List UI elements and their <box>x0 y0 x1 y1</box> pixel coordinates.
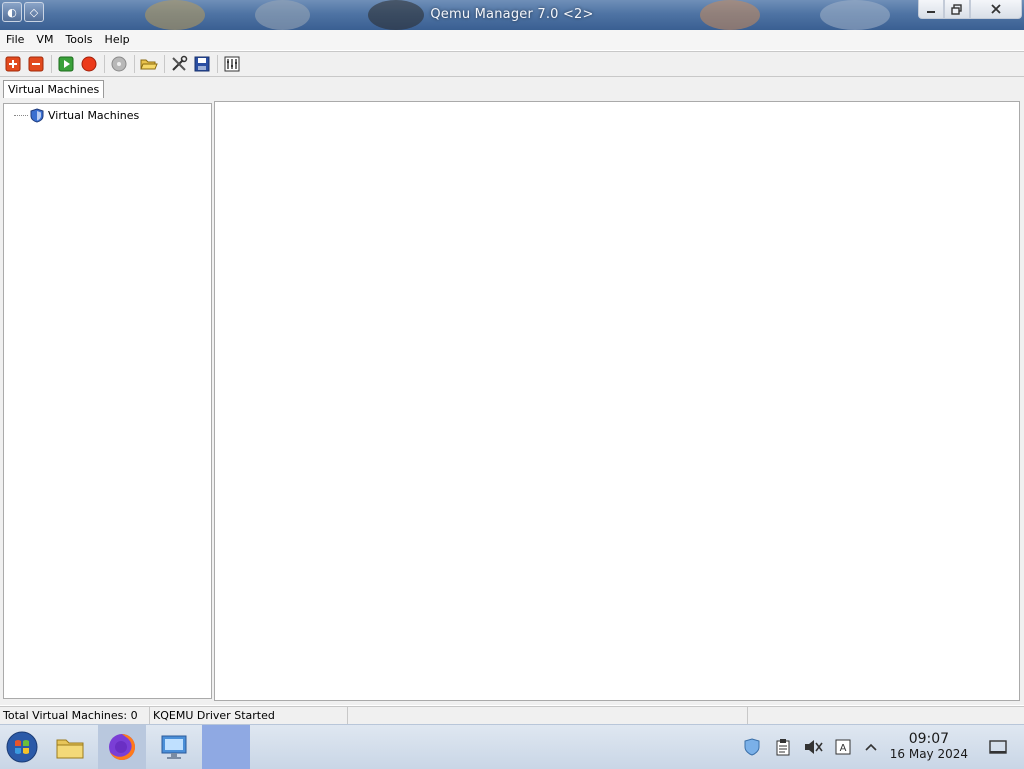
tray-input-method-icon[interactable]: A <box>833 737 853 757</box>
toolbar-separator <box>104 55 105 73</box>
settings-button[interactable] <box>222 54 242 74</box>
windows-start-icon <box>6 731 38 763</box>
status-empty-1 <box>348 707 748 725</box>
window-title: Qemu Manager 7.0 <2> <box>430 7 594 22</box>
tree-connector <box>14 115 28 116</box>
toolbar <box>0 51 1024 77</box>
tray-shield-icon[interactable] <box>742 737 762 757</box>
disc-button[interactable] <box>109 54 129 74</box>
taskbar-clock[interactable]: 09:07 16 May 2024 <box>890 731 968 761</box>
tray-clipboard-icon[interactable] <box>773 737 793 757</box>
main-area: Virtual Machines <box>0 99 1024 705</box>
close-button[interactable] <box>970 0 1022 19</box>
stop-icon <box>81 56 97 72</box>
tray-volume-muted-icon[interactable] <box>803 737 823 757</box>
minimize-button[interactable] <box>918 0 944 19</box>
menu-vm[interactable]: VM <box>30 30 59 50</box>
status-bar: Total Virtual Machines: 0 KQEMU Driver S… <box>0 706 1024 725</box>
tray-expand-chevron-icon[interactable] <box>861 737 881 757</box>
menu-file[interactable]: File <box>0 30 30 50</box>
taskbar-firefox[interactable] <box>98 725 146 769</box>
start-button[interactable] <box>0 725 44 769</box>
vm-details-panel <box>214 101 1020 701</box>
window-controls <box>918 0 1022 20</box>
menu-bar: File VM Tools Help <box>0 30 1024 50</box>
tab-strip: Virtual Machines <box>0 77 1024 99</box>
stop-vm-button[interactable] <box>79 54 99 74</box>
taskbar-qemu-manager-active[interactable] <box>202 725 250 769</box>
clock-date: 16 May 2024 <box>889 747 968 761</box>
window-titlebar: ◐ ◇ Qemu Manager 7.0 <2> <box>0 0 1024 30</box>
toolbar-separator <box>134 55 135 73</box>
tools-button[interactable] <box>169 54 189 74</box>
save-button[interactable] <box>192 54 212 74</box>
play-icon <box>58 56 74 72</box>
toolbar-separator <box>51 55 52 73</box>
status-total-vms: Total Virtual Machines: 0 <box>0 707 150 725</box>
add-icon <box>5 56 21 72</box>
vm-tree-panel[interactable]: Virtual Machines <box>3 103 212 699</box>
remove-vm-button[interactable] <box>26 54 46 74</box>
toolbar-separator <box>164 55 165 73</box>
status-driver: KQEMU Driver Started <box>150 707 348 725</box>
tab-virtual-machines[interactable]: Virtual Machines <box>3 80 105 98</box>
toolbar-separator <box>217 55 218 73</box>
show-desktop-icon[interactable] <box>988 737 1008 757</box>
monitor-network-icon <box>161 735 187 759</box>
folder-icon <box>56 739 84 759</box>
disc-icon <box>111 56 127 72</box>
taskbar-file-explorer[interactable] <box>46 725 94 769</box>
taskbar-network-app[interactable] <box>150 725 198 769</box>
menu-help[interactable]: Help <box>99 30 136 50</box>
shield-icon <box>30 108 44 123</box>
clock-time: 09:07 <box>908 731 950 747</box>
settings-icon <box>224 56 240 72</box>
start-vm-button[interactable] <box>56 54 76 74</box>
svg-text:A: A <box>840 743 847 754</box>
restore-button[interactable] <box>944 0 970 19</box>
tools-icon <box>172 55 188 71</box>
folder-open-icon <box>140 59 158 70</box>
save-icon <box>194 56 210 72</box>
add-vm-button[interactable] <box>3 54 23 74</box>
restore-icon <box>951 3 962 15</box>
menu-tools[interactable]: Tools <box>59 30 98 50</box>
status-empty-2 <box>748 707 1024 725</box>
open-button[interactable] <box>139 54 159 74</box>
close-icon <box>991 4 1001 14</box>
tree-root-item[interactable]: Virtual Machines <box>14 108 139 123</box>
firefox-icon <box>109 734 135 760</box>
minimize-icon <box>927 11 935 13</box>
taskbar: A 09:07 16 May 2024 <box>0 724 1024 769</box>
remove-icon <box>28 56 44 72</box>
tree-root-label: Virtual Machines <box>48 109 140 122</box>
